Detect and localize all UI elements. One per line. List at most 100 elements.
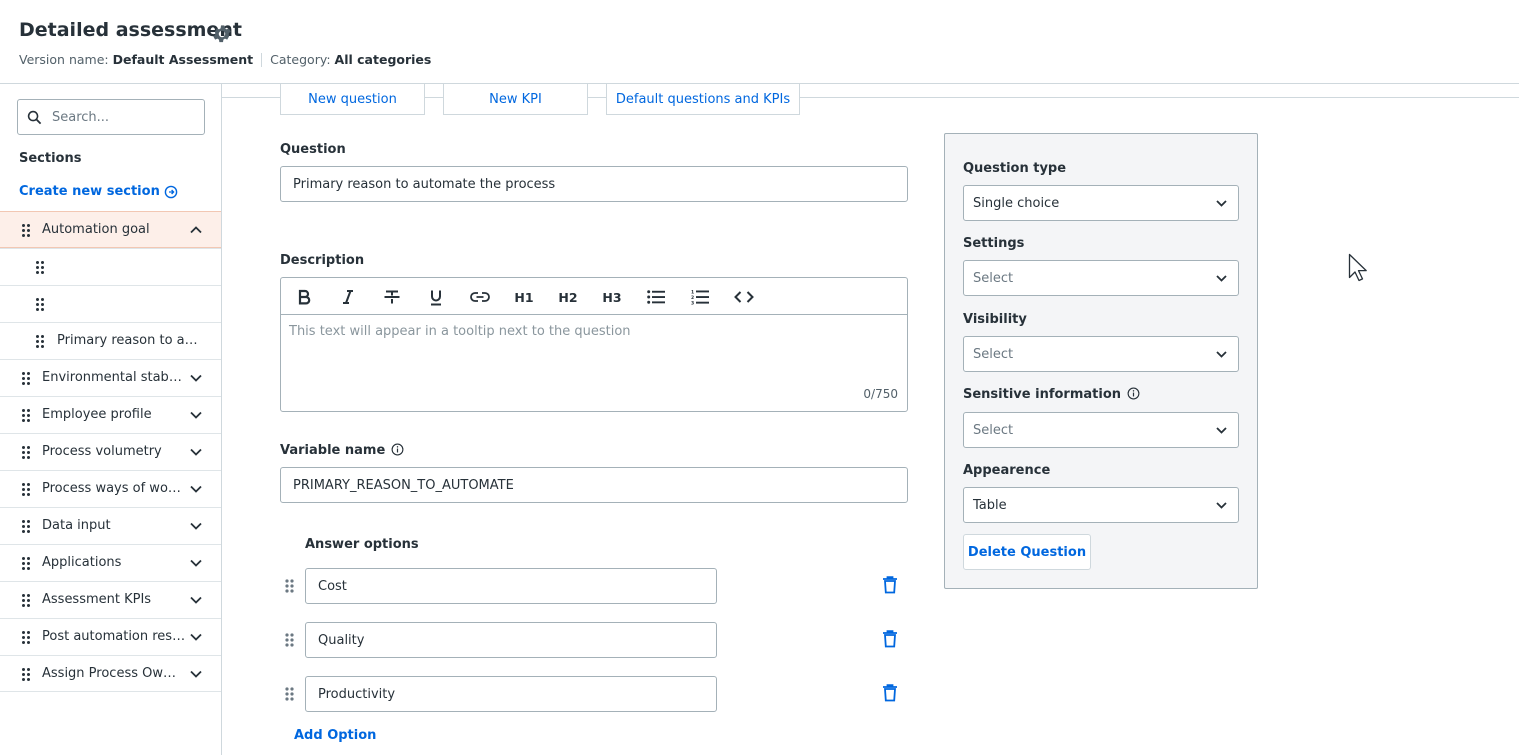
sidebar-item-process-ways-of-working[interactable]: Process ways of worki... [0,470,221,507]
sidebar-item-assessment-kpis[interactable]: Assessment KPIs [0,581,221,618]
bold-icon[interactable] [290,285,318,309]
numbered-list-icon[interactable]: 123 [686,285,714,309]
answer-option-input[interactable] [305,622,717,658]
italic-icon[interactable] [334,285,362,309]
chevron-up-icon[interactable] [189,224,203,236]
drag-handle-icon[interactable] [22,372,30,385]
chevron-down-icon[interactable] [189,409,203,421]
sidebar-item-assign-process-owner[interactable]: Assign Process Owner [0,655,221,692]
appearance-select[interactable]: Table [963,487,1239,523]
tab-new-question[interactable]: New question [280,84,425,115]
sidebar-item-post-automation-results[interactable]: Post automation results [0,618,221,655]
link-icon[interactable] [466,285,494,309]
drag-handle-icon[interactable] [36,261,44,274]
create-section-label: Create new section [19,184,160,199]
tab-new-kpi[interactable]: New KPI [443,84,588,115]
answer-options-label: Answer options [305,537,419,552]
sidebar-item-process-volumetry[interactable]: Process volumetry [0,433,221,470]
editor-toolbar: H1 H2 H3 123 [281,278,907,315]
sidebar-item-data-input[interactable]: Data input [0,507,221,544]
drag-handle-icon[interactable] [22,520,30,533]
sidebar-subitem-label: Primary reason to auto... [57,333,205,348]
svg-text:1: 1 [691,290,694,296]
sidebar-item-employee-profile[interactable]: Employee profile [0,396,221,433]
variable-name-label: Variable name [280,443,404,458]
chevron-down-icon[interactable] [189,631,203,643]
drag-handle-icon[interactable] [22,557,30,570]
trash-icon[interactable] [880,683,900,703]
sidebar-item-label: Process volumetry [42,444,162,459]
drag-handle-icon[interactable] [285,579,294,593]
description-editor[interactable]: H1 H2 H3 123 This text will appear in a … [280,277,908,412]
underline-icon[interactable] [422,285,450,309]
heading-1-button[interactable]: H1 [510,285,538,309]
category-value: All categories [334,52,432,67]
code-icon[interactable] [730,285,758,309]
drag-handle-icon[interactable] [22,631,30,644]
drag-handle-icon[interactable] [285,687,294,701]
heading-2-button[interactable]: H2 [554,285,582,309]
drag-handle-icon[interactable] [22,224,30,237]
search-box[interactable] [17,99,205,135]
heading-3-button[interactable]: H3 [598,285,626,309]
sections-title: Sections [19,151,82,166]
chevron-down-icon[interactable] [189,446,203,458]
gear-icon[interactable] [211,23,233,45]
chevron-down-icon [1216,275,1227,282]
question-input[interactable] [280,166,908,202]
divider [261,52,263,67]
sidebar-item-label: Applications [42,555,122,570]
sidebar-item-applications[interactable]: Applications [0,544,221,581]
variable-name-input[interactable] [280,467,908,503]
chevron-down-icon[interactable] [189,520,203,532]
sidebar-item-label: Assessment KPIs [42,592,152,607]
chevron-down-icon[interactable] [189,483,203,495]
drag-handle-icon[interactable] [22,594,30,607]
chevron-down-icon [1216,200,1227,207]
visibility-select[interactable]: Select [963,336,1239,372]
bulleted-list-icon[interactable] [642,285,670,309]
drag-handle-icon[interactable] [36,298,44,311]
chevron-down-icon[interactable] [189,557,203,569]
sensitive-information-label: Sensitive information [963,387,1140,402]
sidebar-subitem[interactable] [0,248,221,285]
add-option-button[interactable]: Add Option [294,728,376,743]
strikethrough-icon[interactable] [378,285,406,309]
info-icon[interactable] [391,443,404,456]
category-label: Category: [270,52,331,67]
chevron-down-icon[interactable] [189,668,203,680]
sidebar-subitem[interactable] [0,285,221,322]
drag-handle-icon[interactable] [22,668,30,681]
answer-option-input[interactable] [305,568,717,604]
sidebar-item-label: Data input [42,518,111,533]
visibility-value: Select [973,346,1014,362]
delete-question-button[interactable]: Delete Question [963,534,1091,570]
chevron-down-icon[interactable] [189,594,203,606]
sidebar-item-environmental-stability[interactable]: Environmental stability [0,359,221,396]
answer-option-input[interactable] [305,676,717,712]
create-section-link[interactable]: Create new section [19,184,178,199]
drag-handle-icon[interactable] [285,633,294,647]
sensitive-information-select[interactable]: Select [963,412,1239,448]
search-input[interactable] [50,108,190,126]
chevron-down-icon [1216,502,1227,509]
trash-icon[interactable] [880,575,900,595]
sensitive-information-label-text: Sensitive information [963,387,1121,402]
chevron-down-icon [1216,351,1227,358]
drag-handle-icon[interactable] [22,446,30,459]
version-label: Version name: [19,52,109,67]
drag-handle-icon[interactable] [22,409,30,422]
sidebar-item-automation-goal[interactable]: Automation goal [0,211,221,248]
trash-icon[interactable] [880,629,900,649]
sidebar-subitem-primary-reason[interactable]: Primary reason to auto... [0,322,221,359]
question-type-select[interactable]: Single choice [963,185,1239,221]
add-circle-icon [164,185,178,198]
tab-default-questions-kpis[interactable]: Default questions and KPIs [606,84,800,115]
drag-handle-icon[interactable] [36,335,44,348]
settings-select[interactable]: Select [963,260,1239,296]
description-placeholder: This text will appear in a tooltip next … [289,324,631,339]
info-icon[interactable] [1127,387,1140,400]
chevron-down-icon[interactable] [189,372,203,384]
character-count: 0/750 [863,387,898,401]
drag-handle-icon[interactable] [22,483,30,496]
